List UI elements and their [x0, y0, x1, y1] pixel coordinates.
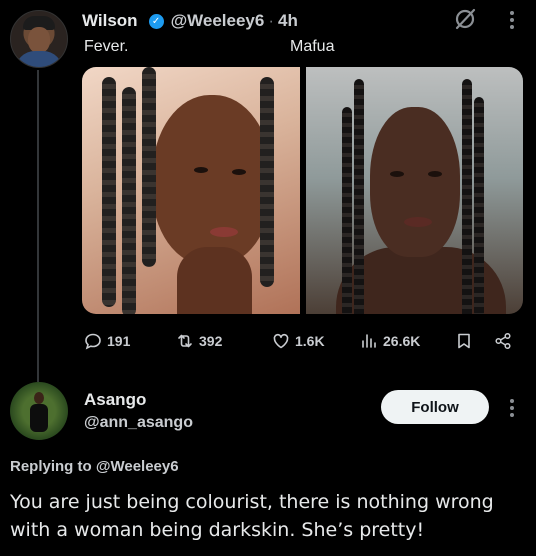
tweet-photo-left[interactable] [82, 67, 300, 314]
reply-text: You are just being colourist, there is n… [10, 491, 494, 541]
caption-left: Fever. [84, 38, 129, 55]
share-icon [495, 332, 511, 350]
tweet-header: Wilson ✓ @Weeleey6 · 4h [82, 10, 298, 32]
like-icon [273, 333, 289, 349]
tweet-photo-right[interactable] [306, 67, 523, 314]
verified-badge-icon: ✓ [148, 13, 164, 29]
repost-action[interactable]: 392 [176, 332, 222, 350]
follow-button[interactable]: Follow [381, 390, 489, 424]
bookmark-button[interactable] [455, 332, 473, 350]
grok-icon[interactable] [452, 6, 478, 32]
reply-icon [85, 333, 101, 350]
views-icon [362, 334, 376, 348]
more-icon[interactable] [506, 396, 518, 420]
separator-dot: · [268, 11, 275, 30]
replying-to[interactable]: Replying to @Weeleey6 [10, 458, 179, 475]
reply-action[interactable]: 191 [84, 332, 130, 350]
views-action[interactable]: 26.6K [360, 332, 420, 350]
reply-count: 191 [107, 333, 131, 349]
views-count: 26.6K [383, 333, 421, 349]
tweet-timestamp[interactable]: 4h [278, 11, 298, 31]
author-avatar[interactable] [10, 10, 68, 68]
tweet-actions: 191 392 1.6K 26.6K [0, 330, 536, 352]
reply-author-avatar[interactable] [10, 382, 68, 440]
share-button[interactable] [494, 332, 512, 350]
bookmark-icon [458, 333, 470, 349]
repost-icon [178, 334, 192, 348]
author-handle[interactable]: @Weeleey6 [171, 11, 265, 31]
more-icon[interactable] [506, 8, 518, 32]
author-name[interactable]: Wilson [82, 11, 138, 31]
repost-count: 392 [199, 333, 223, 349]
reply-author-name[interactable]: Asango [84, 390, 146, 410]
like-action[interactable]: 1.6K [272, 332, 325, 350]
reply-author-handle[interactable]: @ann_asango [84, 414, 193, 432]
like-count: 1.6K [295, 333, 325, 349]
caption-right: Mafua [290, 38, 335, 55]
